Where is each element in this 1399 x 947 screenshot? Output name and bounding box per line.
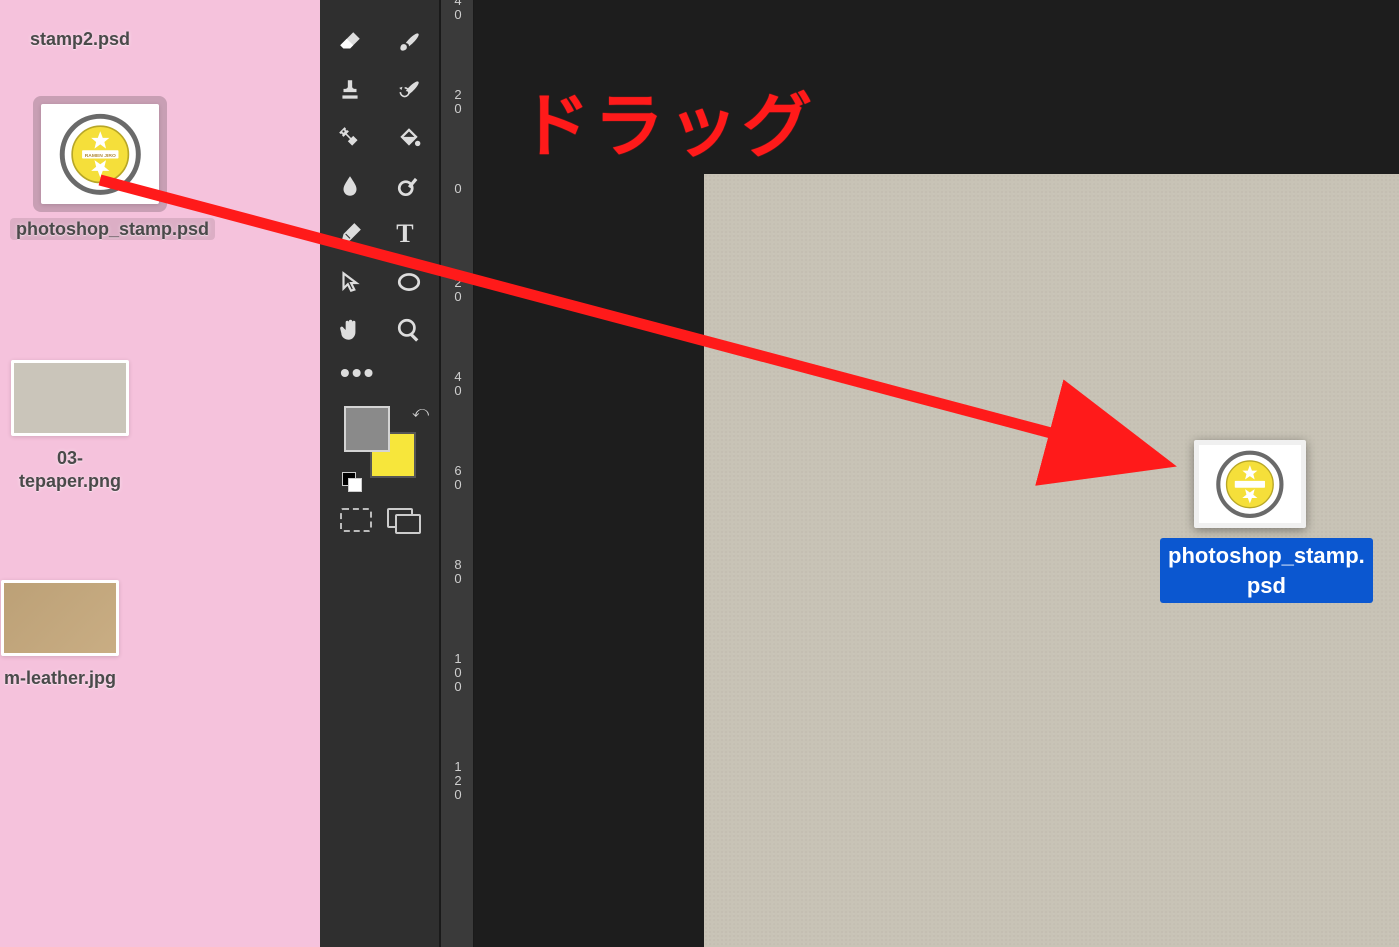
file-label: m-leather.jpg [4,668,116,688]
drag-ghost[interactable]: photoshop_stamp.psd [1160,440,1340,603]
stamp-icon [337,77,363,103]
file-label: photoshop_stamp.psd [10,218,215,240]
file-item-photoshop-stamp[interactable]: RAMEN JIRO photoshop_stamp.psd [10,96,190,241]
ellipse-icon [396,269,422,295]
blur-icon [337,173,363,199]
ruler-mark: 20 [441,276,475,304]
file-label-line1: 03- [57,448,83,468]
ruler-mark: 80 [441,558,475,586]
history-brush-icon [396,77,422,103]
history-brush-tool[interactable] [380,66,440,114]
zoom-icon [396,317,422,343]
eraser-tool[interactable] [320,18,380,66]
file-item-leather[interactable]: m-leather.jpg [0,580,160,690]
ruler-mark: 20 [441,88,475,116]
swap-colors-icon[interactable]: ⤺ [412,404,429,422]
file-item-tepaper[interactable]: 03- tepaper.png [0,360,170,494]
brush-icon [396,29,422,55]
file-item-stamp2[interactable]: stamp2.psd [0,22,160,51]
blur-tool[interactable] [320,162,380,210]
file-label-line2: tepaper.png [19,471,121,491]
photoshop-toolbar: T ••• ⤺ [320,0,440,947]
ruler-mark: 40 [441,370,475,398]
ruler-mark: 40 [441,0,475,22]
ruler-mark: 100 [441,652,475,694]
type-tool[interactable]: T [380,210,440,258]
toolbar-overflow[interactable]: ••• [320,354,439,392]
stamp-badge-thumb: RAMEN JIRO [44,107,156,201]
annotation-text: ドラッグ [520,70,816,171]
quick-mask-icon[interactable] [340,508,372,532]
svg-text:RAMEN JIRO: RAMEN JIRO [84,152,115,158]
finder-desktop-panel: stamp2.psd RAMEN JIRO photoshop_ [0,0,320,947]
hand-icon [337,317,363,343]
default-colors-icon[interactable] [342,472,360,490]
path-selection-tool[interactable] [320,258,380,306]
stamp-badge-thumb [1199,445,1301,523]
shape-ellipse-tool[interactable] [380,258,440,306]
type-icon: T [396,221,422,247]
dodge-icon [396,173,422,199]
screen-mode-icon[interactable] [387,508,419,532]
hand-tool[interactable] [320,306,380,354]
drag-ghost-label: photoshop_stamp.psd [1160,538,1373,603]
patch-icon [337,125,363,151]
quickmask-screenmode-row [320,500,439,540]
path-select-icon [337,269,363,295]
color-swatches[interactable]: ⤺ [338,400,439,500]
dodge-tool[interactable] [380,162,440,210]
foreground-color-swatch[interactable] [344,406,390,452]
pen-tool[interactable] [320,210,380,258]
ruler-mark: 60 [441,464,475,492]
clone-stamp-tool[interactable] [320,66,380,114]
ruler-mark: 0 [441,182,475,196]
ruler-mark: 120 [441,760,475,802]
eraser-icon [337,29,363,55]
brush-tool[interactable] [380,18,440,66]
file-label: stamp2.psd [30,29,130,49]
paint-bucket-icon [396,125,422,151]
zoom-tool[interactable] [380,306,440,354]
vertical-ruler: 40 20 0 20 40 60 80 100 120 [440,0,474,947]
gradient-bucket-tool[interactable] [380,114,440,162]
pen-icon [337,221,363,247]
healing-brush-tool[interactable] [320,114,380,162]
